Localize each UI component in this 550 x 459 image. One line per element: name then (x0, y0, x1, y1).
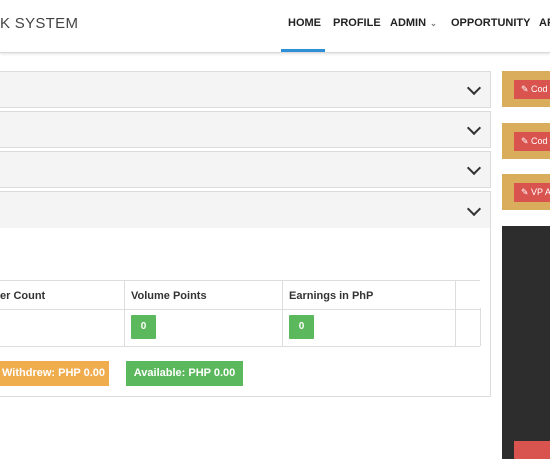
side-dark-panel (502, 226, 550, 459)
header-volume-points: Volume Points (131, 290, 207, 302)
chevron-down-icon[interactable] (466, 160, 482, 176)
chevron-down-icon[interactable] (466, 80, 482, 96)
nav-af[interactable]: AF (539, 17, 550, 29)
top-navbar: K SYSTEM HOME PROFILE ADMIN ⌄ OPPORTUNITY… (0, 0, 550, 53)
table-row (0, 308, 480, 347)
volume-points-badge: 0 (131, 315, 156, 339)
table-divider (480, 308, 481, 346)
table-divider (455, 280, 456, 346)
available-button[interactable]: Available: PHP 0.00 (126, 361, 243, 386)
side-code-button-1[interactable]: ✎ Cod (514, 80, 550, 99)
table-divider (282, 280, 283, 346)
nav-opportunity[interactable]: OPPORTUNITY (451, 17, 530, 29)
chevron-down-icon[interactable] (466, 201, 482, 217)
earnings-badge: 0 (289, 315, 314, 339)
accordion-panel-2[interactable] (0, 111, 491, 148)
chevron-down-icon: ⌄ (430, 19, 437, 28)
brand-title[interactable]: K SYSTEM (0, 15, 78, 32)
table-divider (124, 280, 125, 346)
nav-profile[interactable]: PROFILE (333, 17, 381, 29)
nav-admin-label: ADMIN (390, 17, 427, 29)
withdrew-button[interactable]: Withdrew: PHP 0.00 (0, 361, 109, 386)
accordion-panel-1[interactable] (0, 71, 491, 108)
header-member-count: er Count (0, 290, 46, 302)
table-header: er Count Volume Points Earnings in PhP (0, 280, 480, 310)
header-earnings: Earnings in PhP (289, 290, 374, 302)
side-code-button-2[interactable]: ✎ Cod (514, 132, 550, 151)
accordion-panel-3[interactable] (0, 151, 491, 188)
nav-active-indicator (281, 49, 325, 52)
chevron-down-icon[interactable] (466, 120, 482, 136)
nav-home[interactable]: HOME (288, 17, 321, 29)
accordion-panel-4[interactable] (0, 191, 491, 229)
nav-admin[interactable]: ADMIN ⌄ (390, 17, 437, 29)
side-vp-button[interactable]: ✎ VP A (514, 183, 550, 202)
side-red-button[interactable] (514, 441, 550, 459)
